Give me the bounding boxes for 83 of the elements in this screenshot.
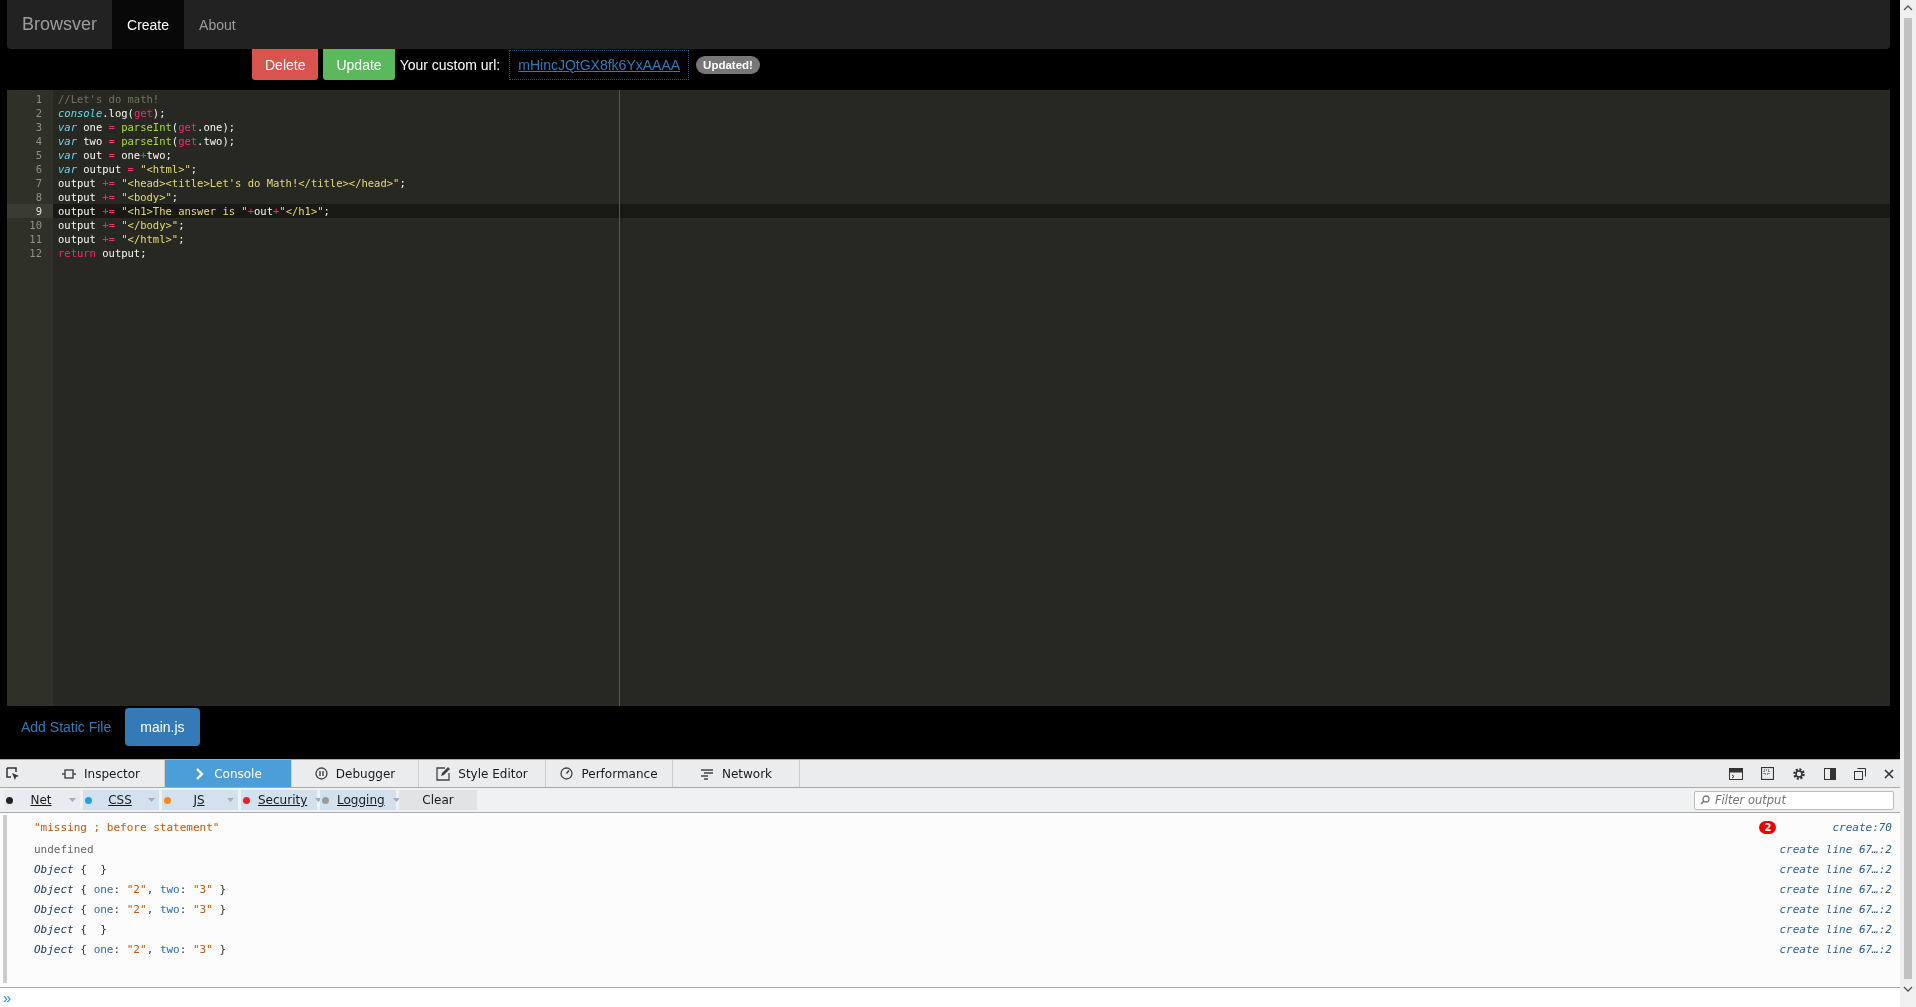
filter-output-field[interactable]: Filter output — [1694, 790, 1894, 810]
caret-icon — [315, 798, 323, 802]
filter-button[interactable]: JS — [162, 790, 238, 810]
brand-link[interactable]: Browsver — [7, 0, 112, 49]
prompt-icon: » — [3, 990, 12, 1005]
filter-label: Security — [258, 793, 308, 807]
close-icon[interactable] — [1884, 768, 1894, 779]
filter-button[interactable]: Logging — [320, 790, 396, 810]
code-line: var output = "<html>"; — [57, 162, 199, 176]
caret-icon — [69, 798, 76, 802]
url-label: Your custom url: — [399, 56, 501, 73]
nav-tab[interactable]: About — [184, 0, 251, 49]
frame-select-icon[interactable] — [1761, 767, 1774, 780]
clear-button[interactable]: Clear — [399, 790, 477, 810]
delete-button[interactable]: Delete — [252, 49, 319, 80]
code-line: output += "</body>"; — [57, 218, 186, 232]
code-line: output += "</html>"; — [57, 232, 186, 246]
console-message: undefined — [34, 842, 94, 856]
list-icon — [699, 767, 714, 780]
code-line: output += "<head><title>Let's do Math!</title></head>"; — [57, 176, 407, 190]
caret-icon — [392, 798, 400, 802]
line-number: 12 — [28, 246, 43, 260]
line-number: 9 — [7, 204, 53, 218]
console-message: Object { one: "2", two: "3" } — [34, 882, 227, 896]
line-number: 7 — [34, 176, 43, 190]
line-number: 10 — [28, 218, 43, 232]
filter-button[interactable]: Security — [241, 790, 317, 810]
source-link[interactable]: create line 67…:2 — [1779, 942, 1892, 956]
nav-tab[interactable]: Create — [112, 0, 185, 49]
status-badge: Updated! — [696, 55, 760, 74]
source-link[interactable]: create line 67…:2 — [1779, 922, 1892, 936]
file-tab[interactable]: main.js — [125, 708, 200, 746]
box-icon — [62, 767, 76, 780]
devtools-tab[interactable]: Network — [673, 760, 800, 787]
element-picker-icon[interactable] — [6, 767, 20, 781]
edit-icon — [436, 766, 451, 781]
gauge-icon — [560, 767, 574, 780]
filter-label: Net — [29, 793, 53, 807]
filter-label: CSS — [107, 793, 133, 807]
line-number: 3 — [34, 120, 43, 134]
console-message: Object { } — [34, 922, 107, 936]
line-number: 5 — [34, 148, 43, 162]
source-link[interactable]: create line 67…:2 — [1779, 862, 1892, 876]
console-message: Object { one: "2", two: "3" } — [34, 942, 227, 956]
filter-button[interactable]: Net — [4, 790, 80, 810]
scrollbar[interactable] — [1900, 0, 1916, 1007]
devtools-tab[interactable]: Debugger — [292, 760, 419, 787]
line-number: 1 — [34, 92, 43, 106]
search-icon — [1700, 794, 1710, 805]
source-link[interactable]: create line 67…:2 — [1779, 902, 1892, 916]
pause-icon — [314, 767, 328, 780]
source-link[interactable]: create line 67…:2 — [1779, 882, 1892, 896]
filter-label: JS — [192, 793, 206, 807]
code-line: output += "<body>"; — [57, 190, 180, 204]
filter-button[interactable]: CSS — [83, 790, 159, 810]
undock-icon[interactable] — [1854, 767, 1866, 780]
console-message: Object { one: "2", two: "3" } — [34, 902, 227, 916]
split-console-icon[interactable] — [1729, 767, 1743, 780]
settings-icon[interactable] — [1792, 766, 1806, 781]
line-number: 8 — [34, 190, 43, 204]
devtools-tab[interactable]: Style Editor — [419, 760, 546, 787]
dock-side-icon[interactable] — [1824, 767, 1836, 780]
line-number: 2 — [34, 106, 43, 120]
line-number: 11 — [28, 232, 43, 246]
code-line: //Let's do math! — [57, 92, 161, 106]
custom-url-link[interactable]: mHincJQtGX8fk6YxAAAA — [509, 49, 690, 80]
filter-label: Logging — [337, 793, 385, 807]
add-static-file-link[interactable]: Add Static File — [7, 719, 126, 735]
console-message: "missing ; before statement" — [34, 820, 220, 834]
line-number: 6 — [34, 162, 43, 176]
caret-icon — [227, 798, 234, 802]
line-number: 4 — [34, 134, 43, 148]
code-line: var two = parseInt(get.two); — [57, 134, 237, 148]
console-message: Object { } — [34, 862, 107, 876]
repeat-count-badge: 2 — [1759, 820, 1777, 834]
code-line: var out = one+two; — [57, 148, 173, 162]
code-line: console.log(get); — [57, 106, 167, 120]
code-line: var one = parseInt(get.one); — [57, 120, 237, 134]
caret-icon — [148, 798, 155, 802]
source-link[interactable]: create:70 — [1832, 820, 1892, 834]
devtools-tab[interactable]: Performance — [546, 760, 673, 787]
code-line: return output; — [57, 246, 148, 260]
source-link[interactable]: create line 67…:2 — [1779, 842, 1892, 856]
